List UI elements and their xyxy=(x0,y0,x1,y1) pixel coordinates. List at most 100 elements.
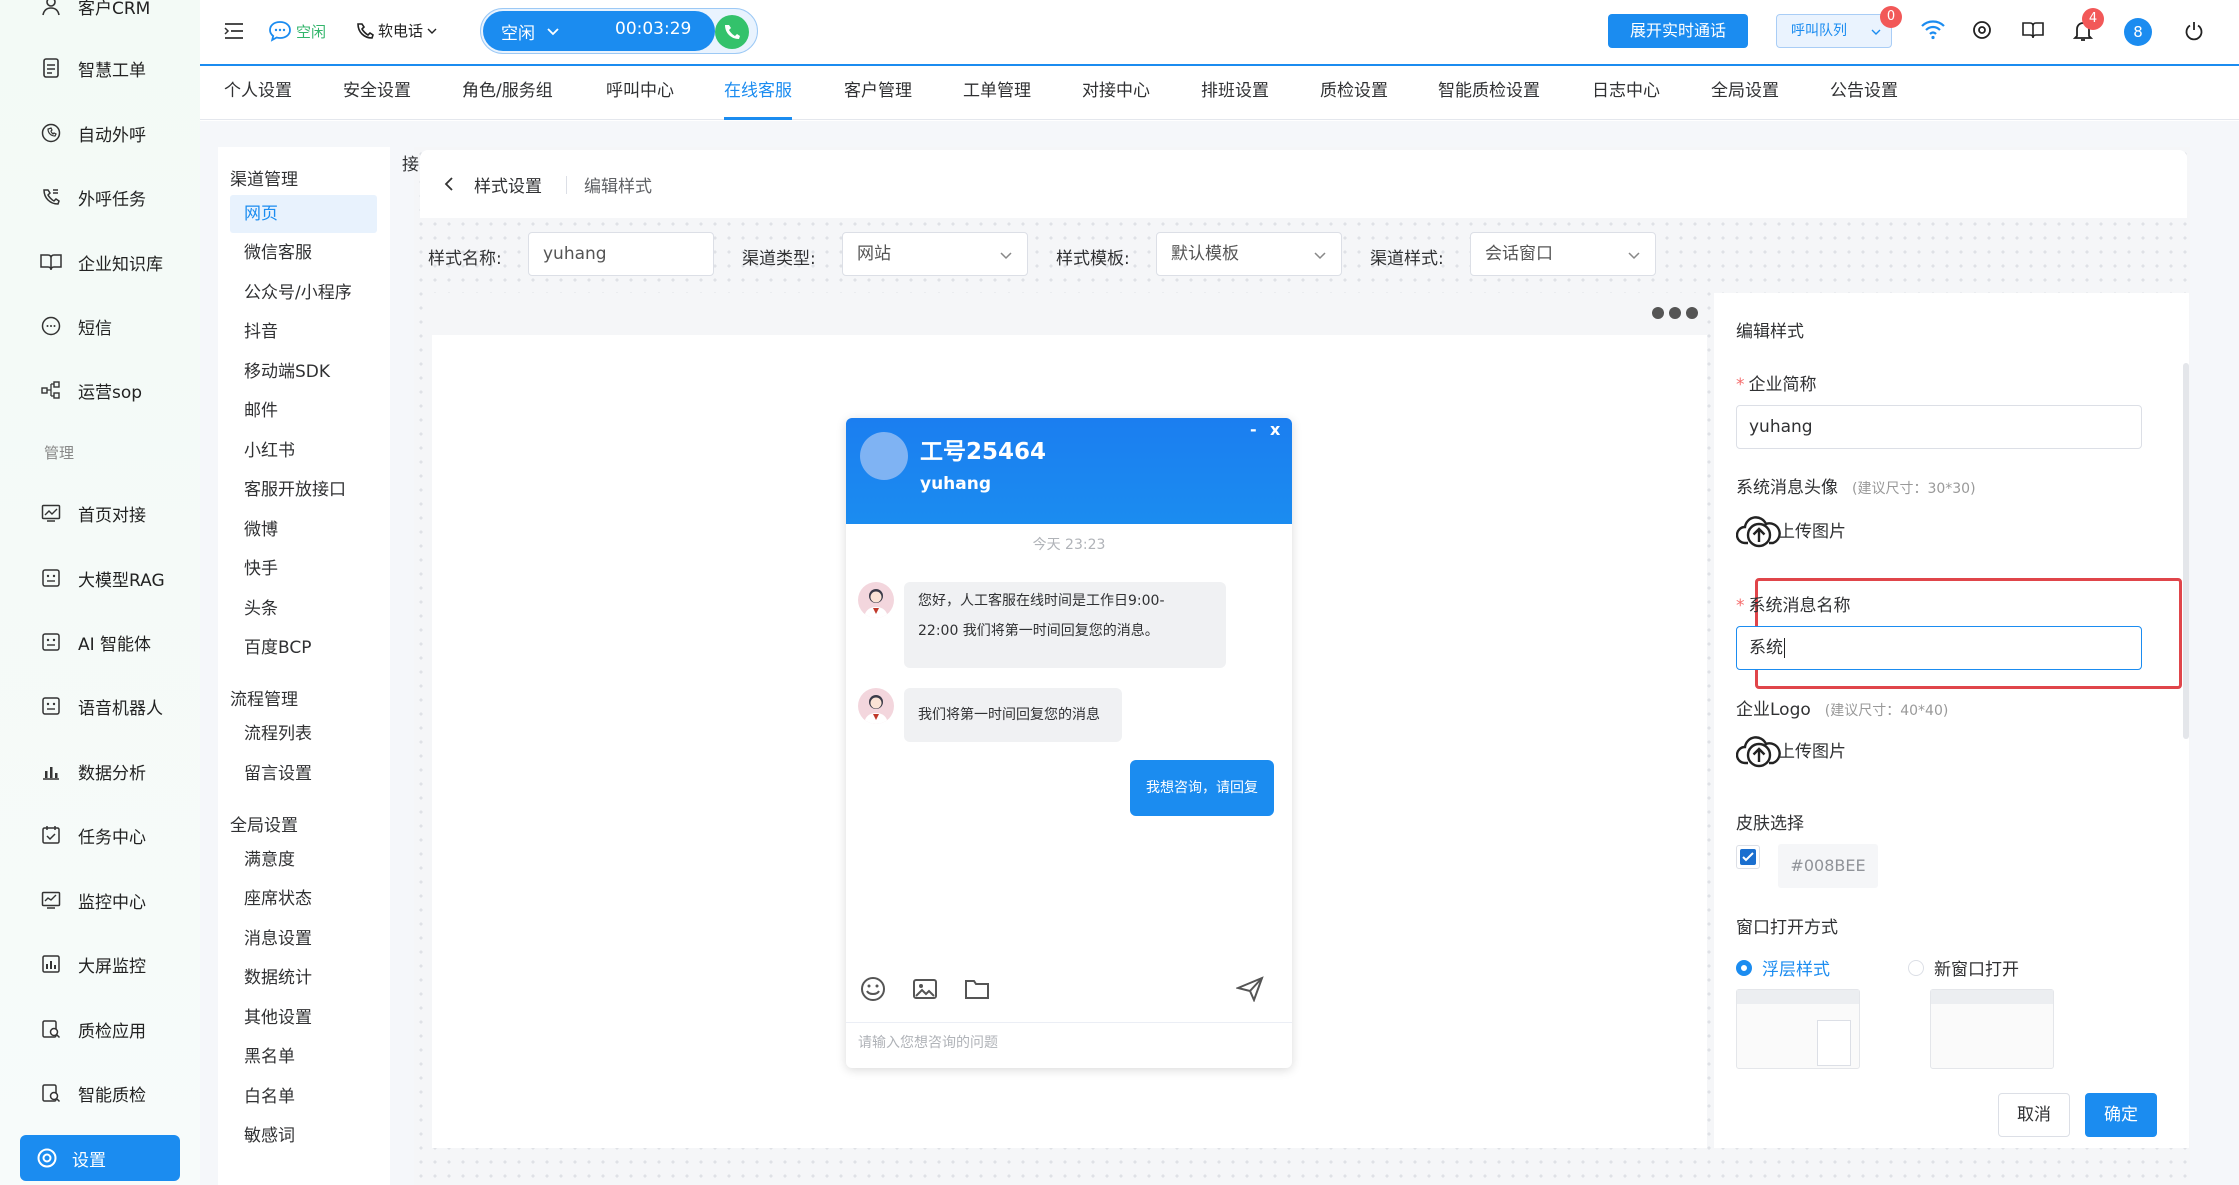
tab-qa[interactable]: 质检设置 xyxy=(1320,66,1388,120)
tab-personal[interactable]: 个人设置 xyxy=(224,66,292,120)
sidebar-item-smart-qa[interactable]: 智能质检 xyxy=(40,1073,146,1113)
sidebar-item-home-dock[interactable]: 首页对接 xyxy=(40,493,146,533)
new-window-thumbnail[interactable] xyxy=(1930,989,2054,1069)
channel-item-seat-status[interactable]: 座席状态 xyxy=(230,880,377,918)
support-icon[interactable] xyxy=(1972,20,1992,40)
emoji-icon[interactable] xyxy=(860,976,886,1002)
tab-logs[interactable]: 日志中心 xyxy=(1592,66,1660,120)
tab-ticket[interactable]: 工单管理 xyxy=(963,66,1031,120)
sidebar-item-settings[interactable]: 设置 xyxy=(20,1135,180,1181)
sidebar-item-qa-app[interactable]: 质检应用 xyxy=(40,1009,146,1049)
chevron-left-icon[interactable] xyxy=(444,176,454,192)
answer-call-button[interactable] xyxy=(715,15,749,49)
channel-item-xhs[interactable]: 小红书 xyxy=(230,432,377,470)
channel-item-flow-list[interactable]: 流程列表 xyxy=(230,715,377,753)
folder-icon[interactable] xyxy=(964,976,990,1002)
skin-color-value[interactable]: #008BEE xyxy=(1778,844,1878,888)
tab-announcement[interactable]: 公告设置 xyxy=(1830,66,1898,120)
agent-status[interactable]: 空闲 xyxy=(268,20,326,42)
expand-realtime-call-button[interactable]: 展开实时通话 xyxy=(1608,14,1748,48)
channel-item-sensitive[interactable]: 敏感词 xyxy=(230,1117,377,1155)
edit-style-panel: 编辑样式 * 企业简称 yuhang 系统消息头像 (建议尺寸：30*30) 上传图… xyxy=(1714,293,2189,1148)
channel-item-email[interactable]: 邮件 xyxy=(230,392,377,430)
overlay-style-thumbnail[interactable] xyxy=(1736,989,1860,1069)
softphone-dropdown[interactable]: 软电话 xyxy=(356,20,437,41)
upload-avatar-button[interactable]: 上传图片 xyxy=(1736,509,1846,549)
channel-item-message[interactable]: 留言设置 xyxy=(230,755,377,793)
tab-integration[interactable]: 对接中心 xyxy=(1082,66,1150,120)
channel-item-sdk[interactable]: 移动端SDK xyxy=(230,353,377,391)
style-template-select[interactable]: 默认模板 xyxy=(1156,232,1342,276)
system-name-input[interactable]: 系统 xyxy=(1736,626,2142,670)
channel-item-whitelist[interactable]: 白名单 xyxy=(230,1078,377,1116)
channel-item-weibo[interactable]: 微博 xyxy=(230,511,377,549)
sidebar-item-ticket[interactable]: 智慧工单 xyxy=(40,48,146,88)
channel-item-msg-settings[interactable]: 消息设置 xyxy=(230,920,377,958)
sidebar-item-rag[interactable]: 大模型RAG xyxy=(40,558,165,598)
tab-roles[interactable]: 角色/服务组 xyxy=(462,66,553,120)
upload-logo-button[interactable]: 上传图片 xyxy=(1736,729,1846,769)
manual-book-icon[interactable] xyxy=(2022,21,2044,39)
call-state-dropdown[interactable]: 空闲 xyxy=(501,19,559,44)
call-timer: 00:03:29 xyxy=(615,19,692,39)
tab-online-service[interactable]: 在线客服 xyxy=(724,66,792,120)
breadcrumb-divider xyxy=(566,176,567,194)
channel-item-toutiao[interactable]: 头条 xyxy=(230,590,377,628)
sidebar-item-label: 数据分析 xyxy=(78,763,146,784)
sidebar-item-monitor-center[interactable]: 监控中心 xyxy=(40,880,146,920)
cancel-button[interactable]: 取消 xyxy=(1998,1093,2070,1137)
tab-smart-qa[interactable]: 智能质检设置 xyxy=(1438,66,1540,120)
channel-item-blacklist[interactable]: 黑名单 xyxy=(230,1038,377,1076)
channel-item-douyin[interactable]: 抖音 xyxy=(230,313,377,351)
sidebar-item-task-center[interactable]: 任务中心 xyxy=(40,815,146,855)
panel-scrollbar[interactable] xyxy=(2183,363,2189,739)
more-dots-icon[interactable] xyxy=(1651,306,1699,320)
sidebar-item-auto-call[interactable]: 自动外呼 xyxy=(40,113,146,153)
channel-item-web[interactable]: 网页 xyxy=(230,195,377,233)
channel-item-open-api[interactable]: 客服开放接口 xyxy=(230,471,377,509)
call-queue-dropdown[interactable]: 呼叫队列 xyxy=(1776,14,1892,48)
sidebar-item-crm[interactable]: 客户CRM xyxy=(40,0,150,26)
channel-type-select[interactable]: 网站 xyxy=(842,232,1028,276)
channel-style-select[interactable]: 会话窗口 xyxy=(1470,232,1656,276)
sidebar-item-call-task[interactable]: 外呼任务 xyxy=(40,177,146,217)
user-avatar[interactable]: 8 xyxy=(2124,18,2152,46)
channel-item-mp[interactable]: 公众号/小程序 xyxy=(230,274,377,312)
power-icon[interactable] xyxy=(2184,21,2204,41)
tab-customer[interactable]: 客户管理 xyxy=(844,66,912,120)
channel-item-wechat[interactable]: 微信客服 xyxy=(230,234,377,272)
sidebar-item-sms[interactable]: 短信 xyxy=(40,306,112,346)
minimize-button[interactable]: - xyxy=(1250,420,1257,439)
company-name-input[interactable]: yuhang xyxy=(1736,405,2142,449)
menu-collapse-icon[interactable] xyxy=(224,22,244,40)
image-icon[interactable] xyxy=(912,976,938,1002)
skin-checkbox[interactable] xyxy=(1736,845,1760,869)
sidebar-item-knowledge[interactable]: 企业知识库 xyxy=(40,242,163,282)
tab-security[interactable]: 安全设置 xyxy=(343,66,411,120)
tab-global[interactable]: 全局设置 xyxy=(1711,66,1779,120)
channel-item-other[interactable]: 其他设置 xyxy=(230,999,377,1037)
chevron-down-icon xyxy=(1313,248,1327,262)
sidebar-item-ai-agent[interactable]: AI 智能体 xyxy=(40,622,151,662)
style-name-input[interactable]: yuhang xyxy=(528,232,714,276)
tab-call-center[interactable]: 呼叫中心 xyxy=(606,66,674,120)
confirm-button[interactable]: 确定 xyxy=(2085,1093,2157,1137)
sidebar-item-big-screen[interactable]: 大屏监控 xyxy=(40,944,146,984)
sidebar-item-voice-robot[interactable]: 语音机器人 xyxy=(40,686,163,726)
book-icon xyxy=(40,251,62,273)
radio-label: 浮层样式 xyxy=(1762,960,1830,980)
tab-schedule[interactable]: 排班设置 xyxy=(1201,66,1269,120)
sms-icon xyxy=(40,315,62,337)
chat-input[interactable]: 请输入您想咨询的问题 xyxy=(858,1032,998,1052)
send-icon[interactable] xyxy=(1236,976,1264,1002)
channel-item-stats[interactable]: 数据统计 xyxy=(230,959,377,997)
sidebar-item-sop[interactable]: 运营sop xyxy=(40,370,142,410)
open-mode-window-radio[interactable]: 新窗口打开 xyxy=(1908,955,2019,980)
sidebar-item-analytics[interactable]: 数据分析 xyxy=(40,751,146,791)
channel-item-baidu[interactable]: 百度BCP xyxy=(230,629,377,667)
breadcrumb-back[interactable]: 样式设置 xyxy=(474,172,542,197)
channel-item-satisfaction[interactable]: 满意度 xyxy=(230,841,377,879)
open-mode-overlay-radio[interactable]: 浮层样式 xyxy=(1736,955,1830,980)
channel-item-kuaishou[interactable]: 快手 xyxy=(230,550,377,588)
close-button[interactable]: x xyxy=(1270,420,1280,439)
